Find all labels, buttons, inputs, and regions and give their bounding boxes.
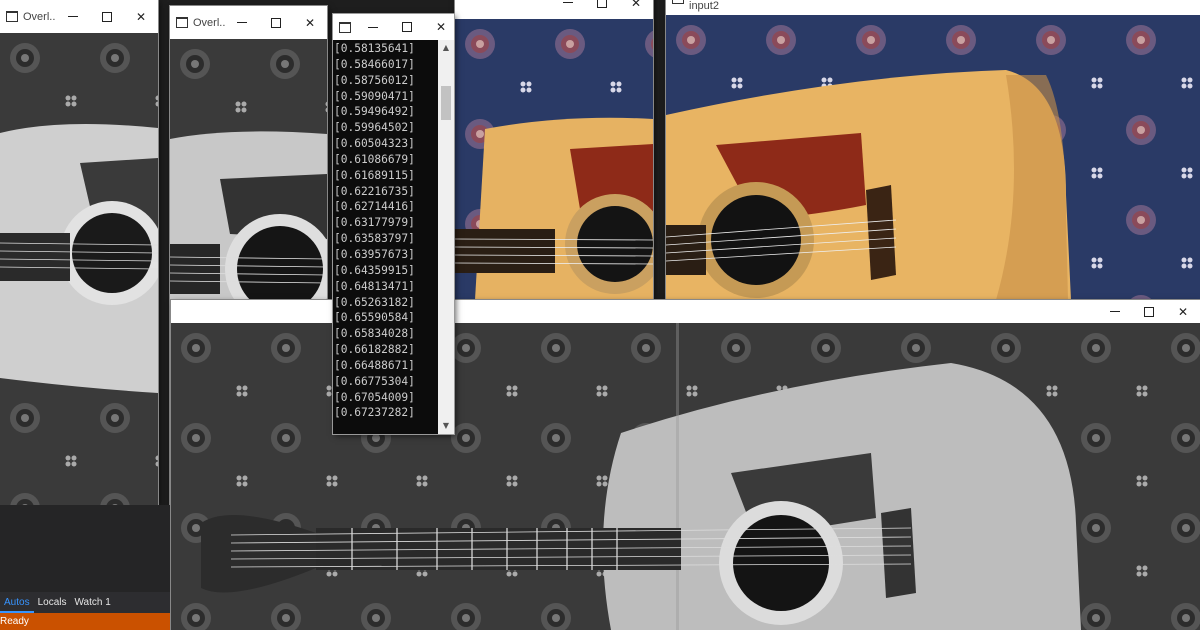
minimize-button[interactable] (225, 6, 259, 39)
input2-window[interactable]: input2 (666, 0, 1200, 300)
minimize-button[interactable] (56, 0, 90, 33)
console-line: [0.63177979] (334, 216, 415, 230)
ide-status-bar: Ready (0, 613, 170, 630)
console-line: [0.66488671] (334, 358, 415, 372)
console-line: [0.59964502] (334, 121, 415, 135)
scroll-thumb[interactable] (441, 86, 451, 120)
scroll-down-icon[interactable]: ▼ (438, 418, 454, 434)
input2-image (666, 15, 1200, 300)
app-icon (176, 17, 188, 28)
stitched-result-image (171, 323, 1200, 630)
close-button[interactable]: ✕ (124, 0, 158, 33)
minimize-button[interactable] (356, 14, 390, 40)
console-line: [0.65834028] (334, 327, 415, 341)
console-line: [0.65590584] (334, 311, 415, 325)
minimize-button[interactable] (551, 0, 585, 19)
console-line: [0.65263182] (334, 295, 415, 309)
console-titlebar[interactable]: ✕ (333, 14, 454, 40)
maximize-button[interactable] (90, 0, 124, 33)
close-button[interactable]: ✕ (424, 14, 458, 40)
window-title: Overl... (193, 16, 225, 29)
app-icon (6, 11, 18, 22)
maximize-button[interactable] (1132, 300, 1166, 323)
overlay-window-1-titlebar[interactable]: Overl... ✕ (0, 0, 158, 33)
minimize-button[interactable] (1098, 300, 1132, 323)
window-title: input2 (689, 0, 719, 12)
console-line: [0.58756012] (334, 73, 415, 87)
console-line: [0.64359915] (334, 263, 415, 277)
maximize-icon (597, 0, 607, 8)
console-app-icon (339, 21, 351, 33)
console-line: [0.63583797] (334, 232, 415, 246)
scroll-up-icon[interactable]: ▲ (438, 40, 454, 56)
minimize-icon (368, 26, 378, 28)
console-line: [0.61086679] (334, 152, 415, 166)
close-button[interactable]: ✕ (1166, 300, 1200, 323)
ide-debug-tabs: Autos Locals Watch 1 (0, 592, 170, 613)
tab-autos[interactable]: Autos (0, 592, 34, 613)
overlay-window-1[interactable]: Overl... ✕ (0, 0, 158, 505)
input1-image (455, 19, 653, 300)
maximize-icon (271, 17, 281, 28)
close-icon: ✕ (630, 0, 642, 10)
console-line: [0.59496492] (334, 105, 415, 119)
minimize-icon (563, 2, 573, 3)
console-line: [0.60504323] (334, 137, 415, 151)
console-line: [0.67237282] (334, 406, 415, 420)
tab-watch-1[interactable]: Watch 1 (70, 592, 114, 613)
result-window-titlebar[interactable]: ✕ (171, 300, 1200, 323)
maximize-button[interactable] (585, 0, 619, 19)
console-line: [0.62216735] (334, 184, 415, 198)
maximize-icon (1144, 306, 1154, 317)
minimize-icon (68, 16, 78, 17)
console-line: [0.67054009] (334, 390, 415, 404)
app-icon (672, 0, 684, 4)
console-line: [0.58135641] (334, 42, 415, 55)
maximize-button[interactable] (259, 6, 293, 39)
console-line: [0.61689115] (334, 168, 415, 182)
overlay-window-2-titlebar[interactable]: Overl... ✕ (170, 6, 327, 39)
console-scrollbar[interactable]: ▲ ▼ (438, 40, 454, 434)
console-output[interactable]: [0.58135641] [0.58466017] [0.58756012] [0.5… (333, 40, 438, 434)
console-line: [0.63957673] (334, 247, 415, 261)
maximize-icon (102, 11, 112, 22)
console-line: [0.66775304] (334, 374, 415, 388)
overlay-image-1 (0, 33, 158, 505)
status-text: Ready (0, 616, 29, 627)
console-line: [0.62714416] (334, 200, 415, 214)
close-icon: ✕ (135, 9, 147, 24)
close-icon: ✕ (435, 20, 447, 34)
minimize-icon (1110, 311, 1120, 312)
console-line: [0.64813471] (334, 279, 415, 293)
result-window[interactable]: ✕ (171, 300, 1200, 630)
close-icon: ✕ (304, 15, 316, 30)
input2-window-titlebar[interactable]: input2 (666, 0, 1200, 15)
close-icon: ✕ (1177, 304, 1189, 319)
input1-window-titlebar[interactable]: ✕ (455, 0, 653, 19)
input1-window[interactable]: ✕ (455, 0, 653, 300)
minimize-icon (237, 22, 247, 23)
console-line: [0.59090471] (334, 89, 415, 103)
console-line: [0.58466017] (334, 57, 415, 71)
close-button[interactable]: ✕ (619, 0, 653, 19)
tab-locals[interactable]: Locals (34, 592, 71, 613)
console-line: [0.66182882] (334, 343, 415, 357)
maximize-icon (402, 22, 412, 32)
console-window[interactable]: ✕ [0.58135641] [0.58466017] [0.58756012] [0… (333, 14, 454, 434)
window-title: Overl... (23, 10, 56, 23)
close-button[interactable]: ✕ (293, 6, 327, 39)
maximize-button[interactable] (390, 14, 424, 40)
